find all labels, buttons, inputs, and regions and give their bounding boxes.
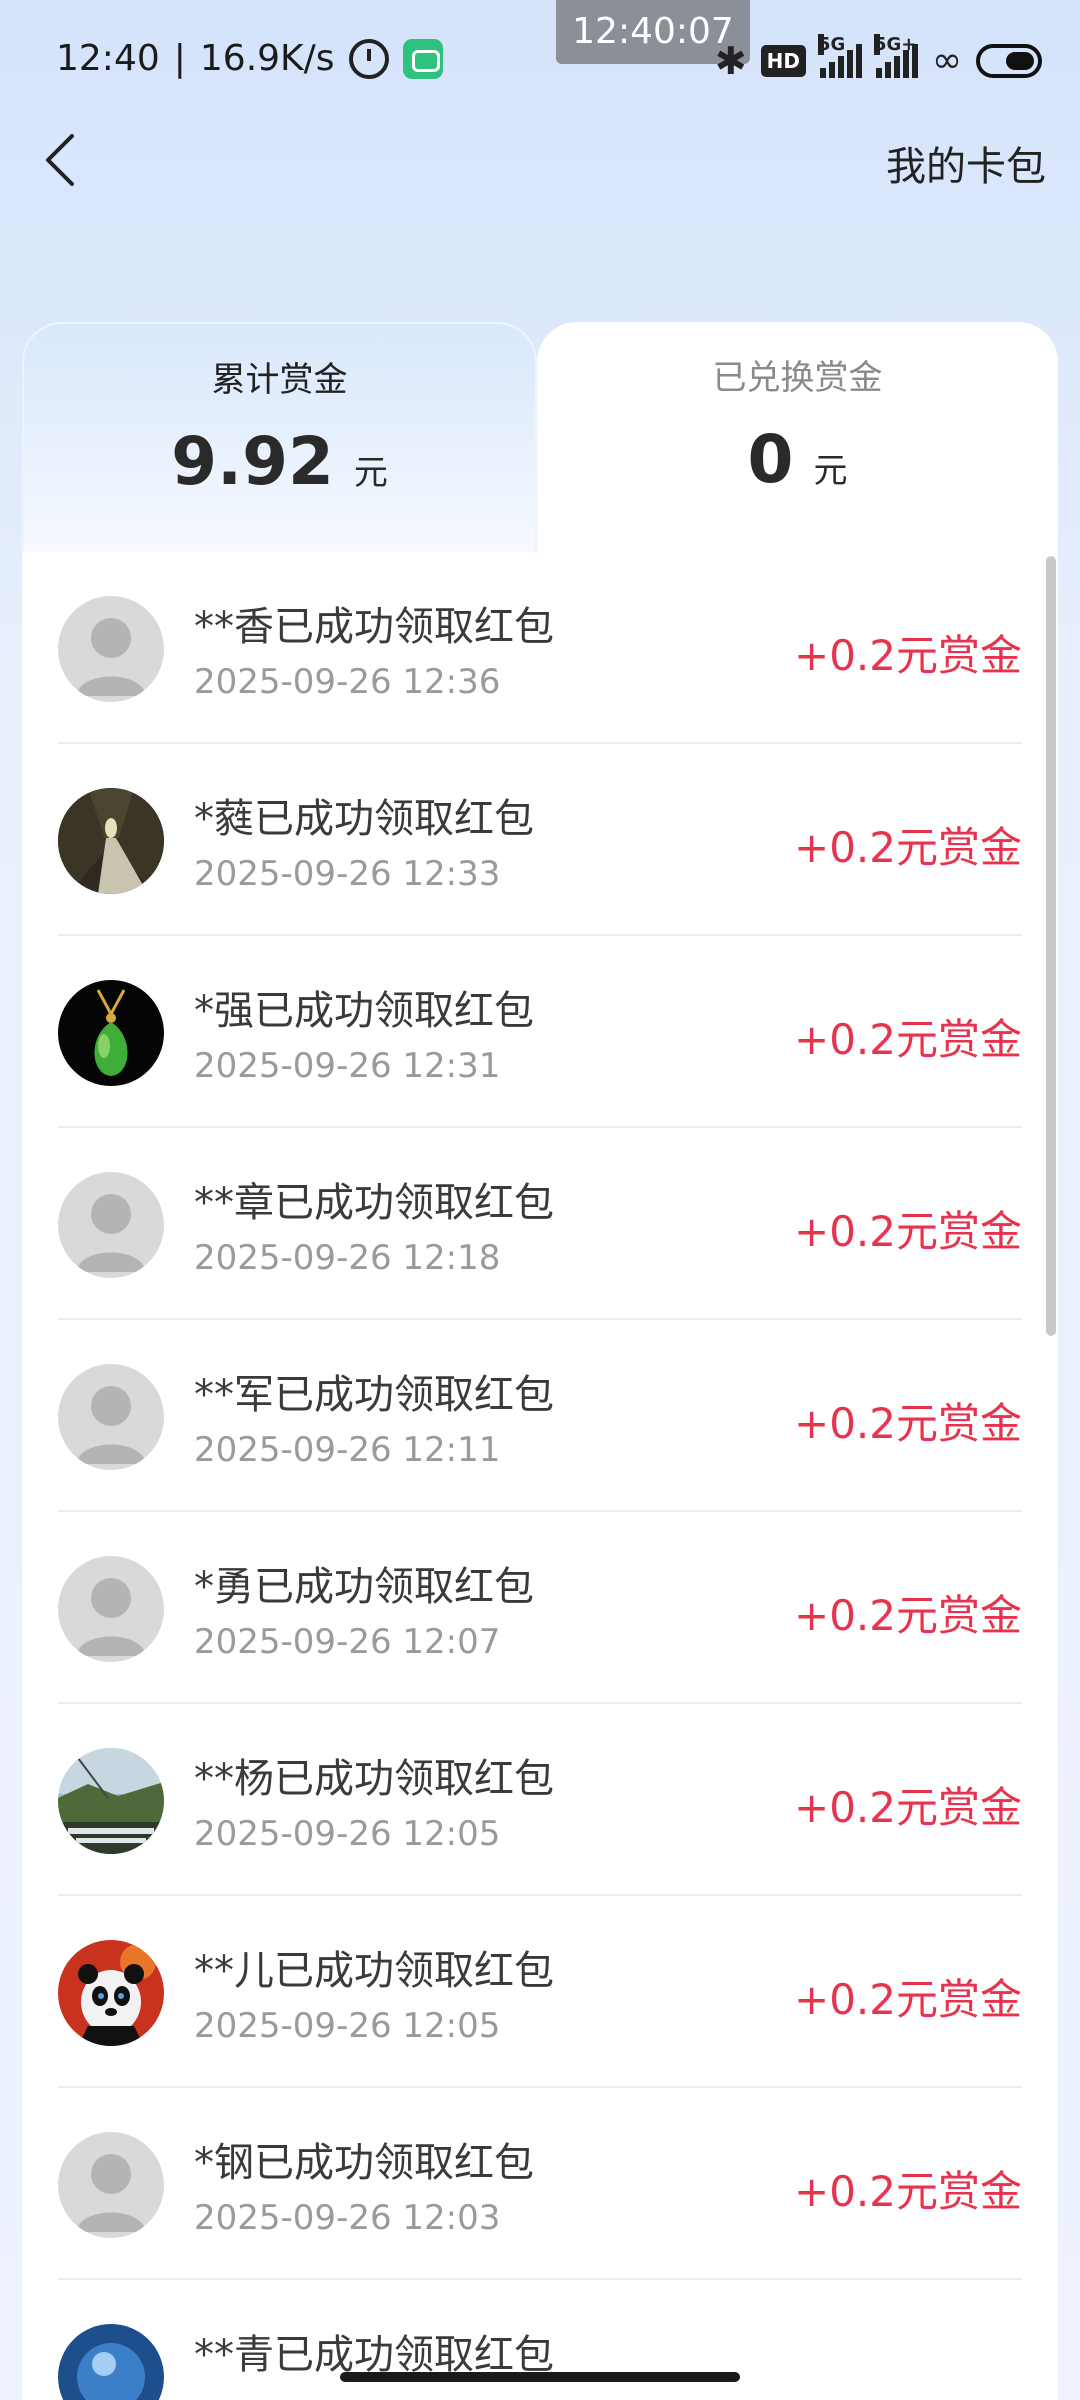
record-reward: +0.2元赏金	[794, 1591, 1022, 1640]
list-item[interactable]: **香已成功领取红包 2025-09-26 12:36 +0.2元赏金	[58, 552, 1022, 744]
record-title: *强已成功领取红包	[194, 988, 534, 1034]
record-reward: +0.2元赏金	[794, 1399, 1022, 1448]
redeemed-reward-amount: 0	[747, 421, 794, 498]
tab-total-reward[interactable]: 累计赏金 9.92 元	[22, 322, 537, 552]
list-item[interactable]: **青已成功领取红包	[58, 2280, 1022, 2400]
bluetooth-icon: ✱	[714, 38, 747, 83]
signal-icon: 5G	[818, 33, 862, 78]
list-item[interactable]: *钢已成功领取红包 2025-09-26 12:03 +0.2元赏金	[58, 2088, 1022, 2280]
tab-title: 累计赏金	[211, 360, 348, 400]
list-item[interactable]: **儿已成功领取红包 2025-09-26 12:05 +0.2元赏金	[58, 1896, 1022, 2088]
total-reward-amount: 9.92	[171, 423, 334, 500]
tab-title: 已兑换赏金	[712, 358, 883, 398]
status-bar-left: 12:40 | 16.9K/s	[56, 38, 443, 79]
back-button[interactable]	[30, 128, 94, 192]
record-title: *勇已成功领取红包	[194, 1564, 534, 1610]
status-bar-right: ✱ HD 5G 5G+ ∞	[714, 33, 1042, 83]
signal-icon-2: 5G+	[874, 33, 918, 78]
record-time: 2025-09-26 12:05	[194, 1814, 501, 1854]
tab-value: 9.92 元	[24, 423, 535, 500]
reward-tabs: 累计赏金 9.92 元 已兑换赏金 0 元	[22, 322, 1058, 552]
list-item[interactable]: *蕤已成功领取红包 2025-09-26 12:33 +0.2元赏金	[58, 744, 1022, 936]
record-title: *钢已成功领取红包	[194, 2140, 534, 2186]
record-time: 2025-09-26 12:18	[194, 1238, 501, 1278]
avatar-default	[58, 2132, 164, 2238]
tab-redeemed-reward[interactable]: 已兑换赏金 0 元	[537, 322, 1058, 552]
status-bar: 12:40 | 16.9K/s 12:40:07 ✱ HD 5G 5G+ ∞	[0, 0, 1080, 130]
record-title: **军已成功领取红包	[194, 1372, 554, 1418]
avatar-photo	[58, 788, 164, 894]
hd-icon: HD	[760, 44, 806, 77]
record-time: 2025-09-26 12:33	[194, 854, 501, 894]
battery-icon	[976, 43, 1042, 78]
home-indicator[interactable]	[340, 2372, 740, 2382]
record-time: 2025-09-26 12:36	[194, 662, 501, 702]
record-time: 2025-09-26 12:11	[194, 1430, 501, 1470]
record-reward: +0.2元赏金	[794, 2167, 1022, 2216]
status-separator: |	[173, 38, 186, 79]
record-title: **杨已成功领取红包	[194, 1756, 554, 1802]
avatar-default	[58, 596, 164, 702]
scrollbar[interactable]	[1046, 556, 1056, 1336]
record-time: 2025-09-26 12:03	[194, 2198, 501, 2238]
reward-record-list[interactable]: **香已成功领取红包 2025-09-26 12:36 +0.2元赏金 *蕤已成…	[22, 552, 1058, 2400]
avatar-photo	[58, 980, 164, 1086]
avatar-photo	[58, 2324, 164, 2400]
tab-value: 0 元	[537, 421, 1058, 498]
network-type-label: 5G	[818, 33, 846, 55]
record-time: 2025-09-26 12:31	[194, 1046, 501, 1086]
record-reward: +0.2元赏金	[794, 1015, 1022, 1064]
record-time: 2025-09-26 12:05	[194, 2006, 501, 2046]
record-title: *蕤已成功领取红包	[194, 796, 534, 842]
avatar-photo	[58, 1940, 164, 2046]
avatar-photo	[58, 1748, 164, 1854]
currency-unit: 元	[353, 453, 388, 493]
avatar-default	[58, 1172, 164, 1278]
record-reward: +0.2元赏金	[794, 823, 1022, 872]
chevron-left-icon	[46, 134, 74, 186]
my-card-wallet-link[interactable]: 我的卡包	[886, 134, 1046, 192]
list-item[interactable]: *勇已成功领取红包 2025-09-26 12:07 +0.2元赏金	[58, 1512, 1022, 1704]
alarm-icon	[348, 38, 389, 79]
network-speed: 16.9K/s	[199, 38, 335, 79]
list-item[interactable]: **军已成功领取红包 2025-09-26 12:11 +0.2元赏金	[58, 1320, 1022, 1512]
list-item[interactable]: **章已成功领取红包 2025-09-26 12:18 +0.2元赏金	[58, 1128, 1022, 1320]
app-notification-icon	[402, 38, 443, 79]
record-reward: +0.2元赏金	[794, 631, 1022, 680]
record-title: **儿已成功领取红包	[194, 1948, 554, 1994]
status-time: 12:40	[56, 38, 160, 79]
network-type-label-2: 5G+	[874, 33, 917, 55]
record-reward: +0.2元赏金	[794, 1975, 1022, 2024]
record-title: **香已成功领取红包	[194, 604, 554, 650]
avatar-default	[58, 1364, 164, 1470]
record-reward: +0.2元赏金	[794, 1783, 1022, 1832]
currency-unit: 元	[813, 451, 848, 491]
list-item[interactable]: **杨已成功领取红包 2025-09-26 12:05 +0.2元赏金	[58, 1704, 1022, 1896]
record-title: **章已成功领取红包	[194, 1180, 554, 1226]
avatar-default	[58, 1556, 164, 1662]
list-item[interactable]: *强已成功领取红包 2025-09-26 12:31 +0.2元赏金	[58, 936, 1022, 1128]
record-time: 2025-09-26 12:07	[194, 1622, 501, 1662]
hotspot-link-icon: ∞	[932, 40, 962, 81]
record-reward: +0.2元赏金	[794, 1207, 1022, 1256]
